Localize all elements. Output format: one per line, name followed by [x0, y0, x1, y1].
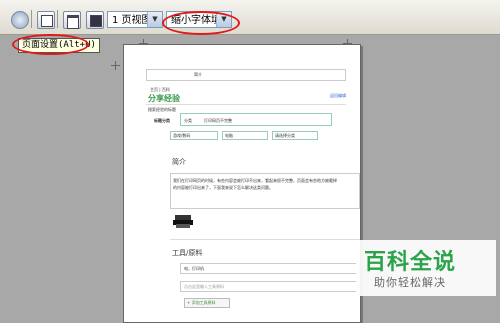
toolbar-separator [57, 10, 58, 28]
sub-label: 主页 | 百科 [150, 87, 170, 92]
header-footer-button[interactable] [63, 11, 81, 29]
add-tool-button-label: + 添加工具原料 [187, 300, 216, 305]
category-select-1-value: 游戏/数码 [173, 133, 191, 138]
margin-handle[interactable] [111, 61, 120, 70]
divider [170, 239, 360, 240]
globe-icon[interactable] [11, 11, 29, 29]
search-label: 搜索经验的标题 [148, 107, 176, 112]
chevron-down-icon[interactable]: ▼ [147, 12, 162, 27]
view-select[interactable]: 1 页视图 ▼ [107, 11, 163, 28]
highlight-ring-zoom [162, 11, 240, 35]
title-input[interactable] [180, 113, 332, 126]
full-screen-button[interactable] [86, 11, 104, 29]
toolbar-separator [31, 10, 32, 28]
logo: 分享经验 [148, 94, 180, 103]
right-link[interactable]: 返回编辑 [330, 93, 346, 98]
section-intro-heading: 简介 [172, 158, 186, 166]
watermark-title: 百科全说 [364, 250, 457, 275]
page-preview: 简介 主页 | 百科 分享经验 返回编辑 搜索经验的标题 标题分类 分类 打印网… [123, 44, 361, 323]
top-link[interactable]: 简介 [194, 72, 202, 77]
watermark-subtitle: 助你轻松解决 [374, 276, 446, 289]
tool-item-placeholder: 点击这里输入工具原料 [184, 284, 224, 289]
print-preview-toolbar: 1 页视图 ▼ 缩小字体填充 ▼ [0, 0, 500, 35]
intro-text-line: 的内容被打印出来了，下面我来说下怎么解决这类问题。 [173, 185, 273, 190]
tool-item-field[interactable] [180, 263, 360, 274]
printer-icon [173, 215, 193, 228]
watermark: 百科全说 助你轻松解决 [356, 240, 496, 296]
view-select-value: 1 页视图 [112, 15, 152, 26]
title-label: 标题分类 [154, 118, 170, 123]
tool-item-value: 电，打印机 [184, 266, 204, 271]
highlight-ring-tooltip [12, 34, 89, 55]
divider [146, 104, 346, 105]
category-label: 分类 [184, 118, 192, 123]
page-setup-button[interactable] [37, 11, 55, 29]
intro-text-line: 我们在打印网页的时候，有些内容会被打印不出来，看起来很不完整，页面会有些地方被截… [173, 178, 337, 183]
category-select-2-value: 电脑 [225, 133, 233, 138]
top-nav-bar [146, 69, 346, 81]
category-select-3-value: 请选择分类 [275, 133, 295, 138]
title-value: 打印网页不完整 [204, 118, 232, 123]
section-tools-heading: 工具/原料 [172, 249, 203, 257]
